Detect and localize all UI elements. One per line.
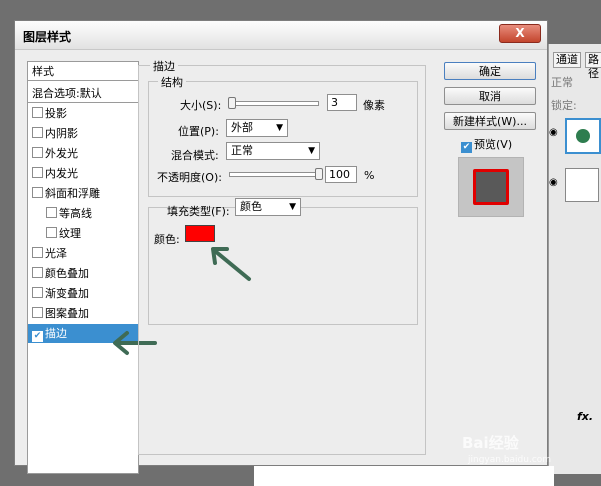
- checkbox-icon[interactable]: [32, 267, 43, 278]
- dialog-titlebar: 图层样式 X: [15, 21, 547, 50]
- eye-icon[interactable]: ◉: [549, 127, 558, 138]
- blend-mode-label: 混合模式:: [171, 149, 219, 162]
- checkbox-icon[interactable]: [32, 167, 43, 178]
- size-slider[interactable]: [229, 101, 319, 106]
- size-slider-thumb[interactable]: [228, 97, 236, 109]
- style-item-drop-shadow[interactable]: 投影: [28, 104, 138, 123]
- fx-label[interactable]: fx.: [577, 410, 593, 423]
- chevron-down-icon: ▼: [289, 202, 296, 212]
- lock-label: 锁定:: [551, 99, 577, 112]
- layer-style-dialog: 图层样式 X 样式 混合选项:默认 投影 内阴影 外发光 内发光 斜面和浮雕 等…: [14, 20, 548, 474]
- tab-channels[interactable]: 通道: [553, 52, 581, 68]
- watermark-url: jingyan.baidu.com: [468, 455, 552, 465]
- style-item-outer-glow[interactable]: 外发光: [28, 144, 138, 163]
- layer-thumb-white[interactable]: [565, 168, 599, 202]
- watermark-logo: Bai经验: [462, 434, 519, 452]
- checkbox-icon[interactable]: [32, 127, 43, 138]
- checkbox-icon[interactable]: [32, 147, 43, 158]
- chevron-down-icon: ▼: [276, 123, 283, 133]
- position-label: 位置(P):: [178, 125, 219, 138]
- layer-blend-mode[interactable]: 正常: [551, 74, 573, 90]
- checkbox-icon[interactable]: [32, 187, 43, 198]
- style-item-color-overlay[interactable]: 颜色叠加: [28, 264, 138, 283]
- style-item-contour[interactable]: 等高线: [28, 204, 138, 223]
- opacity-input[interactable]: 100: [325, 166, 357, 183]
- opacity-slider[interactable]: [229, 172, 319, 177]
- fill-type-label: 填充类型(F):: [167, 205, 230, 218]
- color-label: 颜色:: [154, 233, 180, 246]
- checkbox-icon[interactable]: [32, 107, 43, 118]
- style-item-gradient-overlay[interactable]: 渐变叠加: [28, 284, 138, 303]
- opacity-slider-thumb[interactable]: [315, 168, 323, 180]
- style-item-inner-glow[interactable]: 内发光: [28, 164, 138, 183]
- canvas-area: [254, 466, 554, 486]
- styles-list: 样式 混合选项:默认 投影 内阴影 外发光 内发光 斜面和浮雕 等高线 纹理 光…: [27, 61, 139, 474]
- size-label: 大小(S):: [180, 99, 222, 112]
- layers-panel: 通道 路径 正常 锁定: ◉ ◉ fx.: [548, 44, 601, 474]
- style-item-pattern-overlay[interactable]: 图案叠加: [28, 304, 138, 323]
- checkbox-icon[interactable]: [32, 307, 43, 318]
- style-item-inner-shadow[interactable]: 内阴影: [28, 124, 138, 143]
- close-button[interactable]: X: [499, 24, 541, 43]
- style-preview: [458, 157, 524, 217]
- style-item-satin[interactable]: 光泽: [28, 244, 138, 263]
- position-select[interactable]: 外部 ▼: [226, 119, 288, 137]
- checkbox-checked-icon[interactable]: ✔: [461, 142, 472, 153]
- layer-thumb-circle[interactable]: [565, 118, 601, 154]
- styles-header[interactable]: 样式: [28, 62, 138, 81]
- checkbox-icon[interactable]: [46, 207, 57, 218]
- checkbox-icon[interactable]: [46, 227, 57, 238]
- style-item-texture[interactable]: 纹理: [28, 224, 138, 243]
- structure-title: 结构: [158, 74, 186, 90]
- stroke-section-title: 描边: [150, 58, 178, 74]
- fill-type-select[interactable]: 颜色 ▼: [235, 198, 301, 216]
- tab-paths[interactable]: 路径: [585, 52, 601, 80]
- dialog-title: 图层样式: [23, 30, 72, 44]
- checkbox-checked-icon[interactable]: ✔: [32, 331, 43, 342]
- annotation-arrow-icon: [211, 247, 251, 281]
- opacity-unit: %: [364, 169, 375, 182]
- color-swatch[interactable]: [185, 225, 215, 242]
- new-style-button[interactable]: 新建样式(W)...: [444, 112, 536, 130]
- chevron-down-icon: ▼: [308, 146, 315, 156]
- checkbox-icon[interactable]: [32, 247, 43, 258]
- ok-button[interactable]: 确定: [444, 62, 536, 80]
- preview-swatch: [473, 169, 509, 205]
- size-unit: 像素: [363, 99, 385, 112]
- blend-mode-select[interactable]: 正常 ▼: [226, 142, 320, 160]
- opacity-label: 不透明度(O):: [157, 171, 222, 184]
- style-item-bevel-emboss[interactable]: 斜面和浮雕: [28, 184, 138, 203]
- cancel-button[interactable]: 取消: [444, 87, 536, 105]
- blend-options-default[interactable]: 混合选项:默认: [28, 84, 138, 103]
- eye-icon[interactable]: ◉: [549, 177, 558, 188]
- checkbox-icon[interactable]: [32, 287, 43, 298]
- preview-toggle[interactable]: ✔ 预览(V): [461, 136, 512, 153]
- size-input[interactable]: 3: [327, 94, 357, 111]
